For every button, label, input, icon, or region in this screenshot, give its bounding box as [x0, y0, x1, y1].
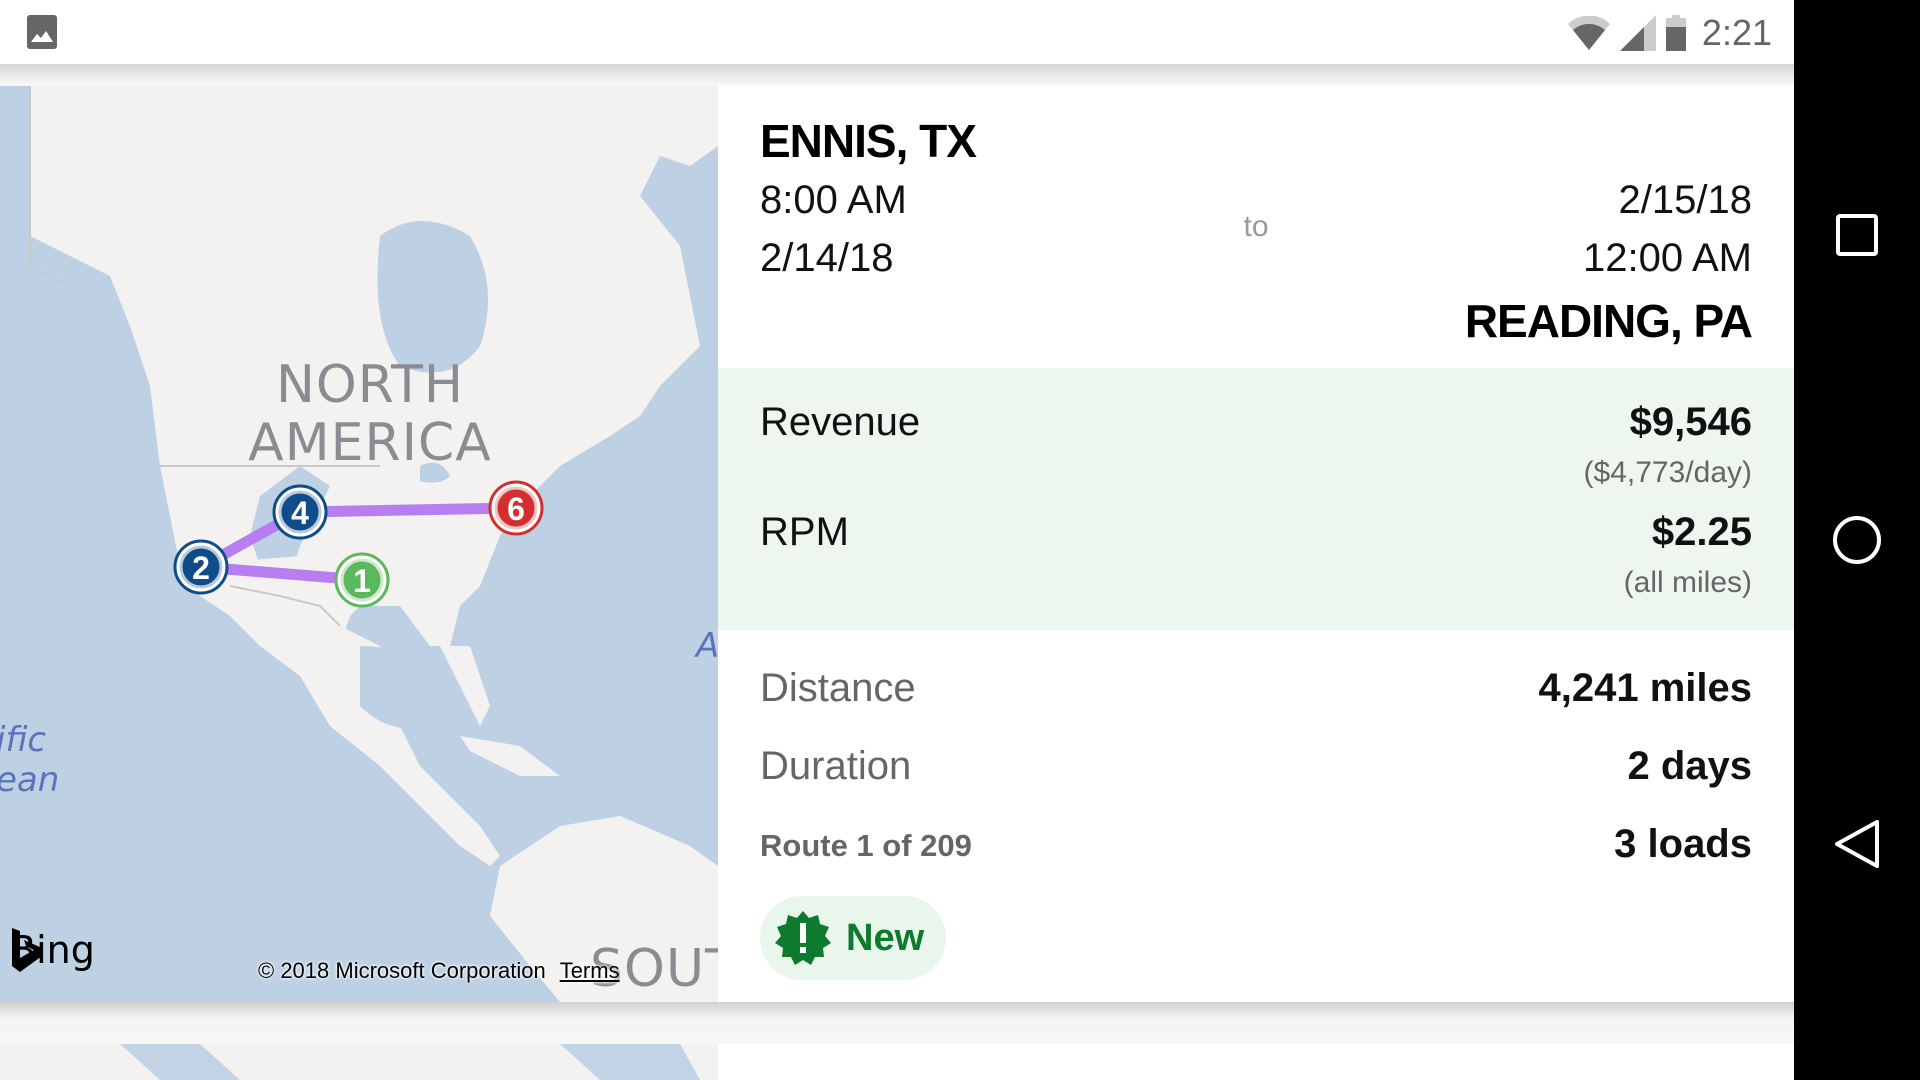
- rpm-label: RPM: [760, 510, 849, 554]
- distance-value: 4,241 miles: [1538, 666, 1753, 710]
- destination-date: 2/15/18: [1618, 178, 1752, 222]
- continent-label-line2: AMERICA: [248, 413, 492, 473]
- marker-label: 6: [507, 491, 525, 527]
- new-badge-label: New: [846, 916, 925, 959]
- square-icon: [1836, 214, 1878, 256]
- system-nav-bar: [1794, 0, 1920, 1080]
- marker-label: 1: [353, 563, 371, 599]
- card-separator: [0, 1002, 1794, 1042]
- next-map-land: [0, 1044, 718, 1080]
- marker-label: 4: [291, 495, 309, 531]
- rpm-sub: (all miles): [1623, 566, 1752, 599]
- map-land: 1 2 4 6: [29, 86, 718, 1002]
- bing-icon: [12, 928, 42, 972]
- route-counter: Route 1 of 209: [760, 828, 972, 863]
- cell-signal-icon: [1619, 15, 1656, 51]
- next-route-card[interactable]: [0, 1044, 1794, 1080]
- finance-section: Revenue $9,546 ($4,773/day) RPM $2.25 (a…: [718, 368, 1794, 630]
- loads-value: 3 loads: [1614, 822, 1752, 866]
- copyright-text: © 2018 Microsoft Corporation: [258, 958, 546, 983]
- map-marker-2[interactable]: 2: [173, 539, 229, 595]
- home-button[interactable]: [1794, 480, 1920, 600]
- revenue-label: Revenue: [760, 400, 921, 444]
- atlantic-label: A: [696, 626, 718, 666]
- continent-label-line1: NORTH: [275, 355, 465, 415]
- triangle-back-icon: [1835, 820, 1879, 868]
- clock: 2:21: [1701, 12, 1772, 53]
- destination-city: READING, PA: [1464, 295, 1753, 347]
- terms-link[interactable]: Terms: [560, 958, 620, 983]
- origin-city: ENNIS, TX: [760, 115, 977, 167]
- map-copyright: © 2018 Microsoft Corporation Terms: [258, 958, 620, 984]
- map-marker-1[interactable]: 1: [334, 552, 390, 608]
- ocean-label-line1: ific: [0, 720, 47, 760]
- ocean-label-line2: ean: [0, 760, 60, 800]
- map-marker-6[interactable]: 6: [488, 480, 544, 536]
- recents-button[interactable]: [1794, 175, 1920, 295]
- battery-icon: [1665, 15, 1686, 51]
- wifi-icon: [1567, 16, 1610, 50]
- rpm-value: $2.25: [1651, 510, 1752, 554]
- image-icon: [27, 15, 57, 49]
- new-badge[interactable]: New: [760, 896, 947, 980]
- route-details[interactable]: ENNIS, TX 8:00 AM 2/14/18 to 2/15/18 12:…: [718, 86, 1794, 1002]
- bing-logo: Bing: [10, 928, 95, 972]
- ocean-label: ific ean: [0, 720, 59, 800]
- circle-icon: [1833, 516, 1881, 564]
- revenue-per-day: ($4,773/day): [1583, 456, 1752, 489]
- destination-time: 12:00 AM: [1582, 236, 1752, 280]
- marker-label: 2: [192, 550, 210, 586]
- map-marker-4[interactable]: 4: [272, 484, 328, 540]
- duration-label: Duration: [760, 744, 912, 788]
- continent-label: NORTH AMERICA: [240, 356, 500, 472]
- distance-label: Distance: [760, 666, 916, 710]
- status-bar: 2:21: [0, 0, 1794, 64]
- next-route-map[interactable]: [0, 1044, 718, 1080]
- route-card[interactable]: 1 2 4 6 NORTH AMERICA ific ean A SOU Bin…: [0, 86, 1794, 1002]
- route-map[interactable]: 1 2 4 6 NORTH AMERICA ific ean A SOU Bin…: [0, 86, 718, 1002]
- revenue-value: $9,546: [1629, 400, 1752, 444]
- new-releases-icon: [775, 911, 831, 965]
- duration-value: 2 days: [1627, 744, 1752, 788]
- back-button[interactable]: [1794, 784, 1920, 904]
- top-shadow: [0, 64, 1794, 84]
